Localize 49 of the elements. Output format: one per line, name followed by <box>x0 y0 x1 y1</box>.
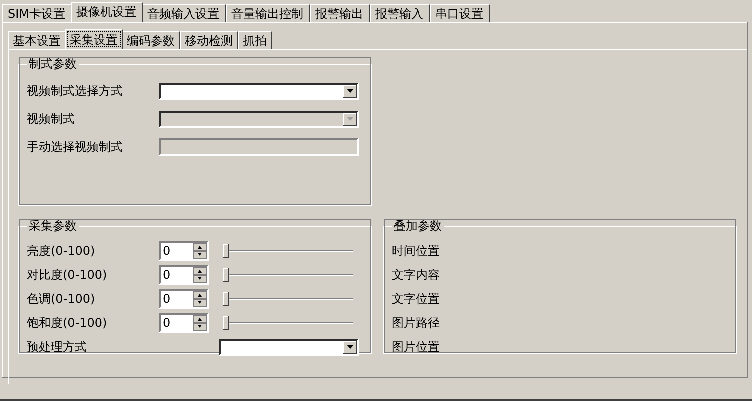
slider-handle[interactable] <box>223 244 229 258</box>
group-title: 叠加参数 <box>393 218 443 235</box>
caret-icon <box>343 340 357 354</box>
slider[interactable] <box>223 292 353 306</box>
field-label: 色调(0-100) <box>27 290 96 308</box>
dropdown[interactable] <box>219 338 359 356</box>
slider-handle[interactable] <box>223 316 229 330</box>
tab[interactable]: 移动检测 <box>180 31 238 49</box>
spin-box[interactable]: 0 <box>159 289 209 309</box>
tab[interactable]: 音频输入设置 <box>142 4 226 22</box>
tab[interactable]: 报警输出 <box>310 4 370 22</box>
field-label: 预处理方式 <box>27 338 88 356</box>
field-label: 图片路径 <box>392 314 441 332</box>
dropdown[interactable] <box>159 82 359 100</box>
spin-arrows-icon <box>193 267 207 283</box>
caret-icon <box>343 112 357 126</box>
tab[interactable]: 抓拍 <box>238 31 272 49</box>
slider-handle[interactable] <box>223 268 229 282</box>
spin-arrows-icon <box>193 315 207 331</box>
slider[interactable] <box>223 316 353 330</box>
spin-box[interactable]: 0 <box>159 265 209 285</box>
field-label: 文字内容 <box>392 266 441 284</box>
tab[interactable]: 音量输出控制 <box>226 4 310 22</box>
field-label: 视频制式 <box>27 110 76 128</box>
group-title: 制式参数 <box>28 56 78 73</box>
tab[interactable]: 串口设置 <box>430 4 490 22</box>
field-label: 图片位置 <box>392 338 441 356</box>
spin-arrows-icon <box>193 243 207 259</box>
tab[interactable]: 采集设置 <box>65 29 123 49</box>
field-label: 时间位置 <box>392 242 441 260</box>
slider[interactable] <box>223 268 353 282</box>
field-label: 文字位置 <box>392 290 441 308</box>
slider-handle[interactable] <box>223 292 229 306</box>
field-label: 饱和度(0-100) <box>27 314 108 332</box>
tab[interactable]: 基本设置 <box>8 31 66 49</box>
field-label: 亮度(0-100) <box>27 242 96 260</box>
spin-box[interactable]: 0 <box>159 313 209 333</box>
field-label: 手动选择视频制式 <box>27 138 124 156</box>
tab[interactable]: 编码参数 <box>122 31 180 49</box>
tab[interactable]: SIM卡设置 <box>2 4 72 22</box>
group-title: 采集参数 <box>28 218 78 235</box>
slider[interactable] <box>223 244 353 258</box>
field-label: 对比度(0-100) <box>27 266 108 284</box>
tab[interactable]: 摄像机设置 <box>70 2 143 22</box>
spin-arrows-icon <box>193 291 207 307</box>
field-label: 视频制式选择方式 <box>27 82 124 100</box>
spin-box[interactable]: 0 <box>159 241 209 261</box>
caret-icon <box>343 84 357 98</box>
tab[interactable]: 报警输入 <box>370 4 430 22</box>
